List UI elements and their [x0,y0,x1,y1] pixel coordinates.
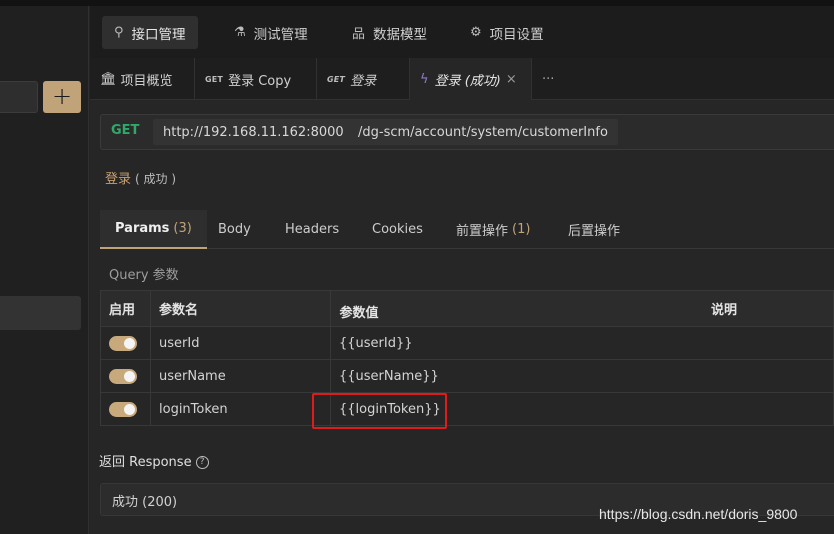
path-field[interactable]: /dg-scm/account/system/customerInfo [348,119,618,145]
param-value[interactable]: {{userName}} [330,359,834,393]
tab-body[interactable]: Body [218,210,251,249]
enable-toggle[interactable] [109,335,137,351]
tab-label: Params [115,221,170,236]
params-count: (3) [173,221,192,236]
nav-data-model[interactable]: 品 数据模型 [340,16,439,49]
col-name: 参数名 [150,290,331,327]
sidebar: + [0,6,89,534]
param-name[interactable]: loginToken [150,392,331,426]
tab-login-success[interactable]: ϟ 登录 (成功) × [410,58,532,100]
query-params-label: Query 参数 [109,268,179,283]
tab-bar: 🏛 项目概览 GET 登录 Copy GET 登录 ϟ 登录 (成功) × ··… [90,58,834,100]
bank-icon: 🏛 [100,71,117,87]
tab-label: 后置操作 [568,224,621,239]
param-name[interactable]: userName [150,359,331,393]
col-value-desc: 参数值 说明 [330,290,834,327]
api-status: ( 成功 ) [135,172,177,186]
table-row: userId {{userId}} [100,326,834,360]
tab-headers[interactable]: Headers [285,210,339,249]
enable-toggle[interactable] [109,401,137,417]
param-value[interactable]: {{userId}} [330,326,834,360]
nav-label: 接口管理 [131,26,186,43]
nav-project-settings[interactable]: ⚙ 项目设置 [458,16,556,49]
nav-label: 数据模型 [373,26,428,43]
api-title: 登录( 成功 ) [105,168,176,187]
tab-label: 前置操作 [456,224,509,239]
tab-label: Body [218,222,251,237]
help-icon[interactable]: ? [195,456,209,469]
row-toggle-cell [100,359,151,393]
tab-login[interactable]: GET 登录 [317,58,410,100]
tab-label: 登录 [350,73,377,89]
col-desc: 说明 [711,303,738,318]
table-row: userName {{userName}} [100,359,834,393]
tab-cookies[interactable]: Cookies [372,210,423,249]
tab-label: Cookies [372,222,423,237]
enable-toggle[interactable] [109,368,137,384]
tab-login-copy[interactable]: GET 登录 Copy [195,58,317,100]
model-tree-icon: 品 [352,27,366,42]
tab-params[interactable]: Params (3) [100,210,207,249]
tab-pre-actions[interactable]: 前置操作 (1) [456,210,530,249]
annotation-highlight-box [312,393,447,429]
bolt-icon: ϟ [420,71,429,87]
close-icon[interactable]: × [506,72,517,87]
col-value: 参数值 [339,305,379,321]
host-field[interactable]: http://192.168.11.162:8000 [153,119,354,145]
more-icon: ··· [542,71,555,87]
top-nav: ⚲ 接口管理 ⚗ 测试管理 品 数据模型 ⚙ 项目设置 [90,6,834,58]
api-name: 登录 [105,172,132,187]
tab-project-overview[interactable]: 🏛 项目概览 [90,58,195,100]
nav-test-management[interactable]: ⚗ 测试管理 [222,16,320,49]
col-enabled: 启用 [100,290,151,327]
response-label: 返回 Response? [99,451,209,470]
sidebar-selected-item[interactable] [0,296,81,330]
request-url-bar: GET http://192.168.11.162:8000 /dg-scm/a… [100,114,834,150]
gear-icon: ⚙ [470,25,482,40]
response-status: 成功 (200) [112,495,178,510]
method-select[interactable]: GET [111,123,139,138]
row-toggle-cell [100,392,151,426]
tab-post-actions[interactable]: 后置操作 [568,210,620,249]
nav-api-management[interactable]: ⚲ 接口管理 [102,16,198,49]
tab-label: 登录 Copy [228,73,292,89]
tab-method: GET [327,74,346,84]
row-toggle-cell [100,326,151,360]
table-header-row: 启用 参数名 参数值 说明 [100,290,834,327]
api-link-icon: ⚲ [114,25,124,40]
sidebar-search-input[interactable] [0,81,38,113]
watermark: https://blog.csdn.net/doris_9800 [599,506,798,522]
main-panel: ⚲ 接口管理 ⚗ 测试管理 品 数据模型 ⚙ 项目设置 🏛 项目概览 GET 登… [90,6,834,534]
tab-label: 登录 (成功) [434,73,501,89]
nav-label: 项目设置 [489,26,544,43]
pre-actions-count: (1) [512,222,531,237]
nav-label: 测试管理 [253,26,308,43]
tab-label: 项目概览 [120,73,173,89]
request-sub-tabs: Params (3) Body Headers Cookies 前置操作 (1) 后… [100,210,834,249]
flask-icon: ⚗ [234,25,246,40]
param-name[interactable]: userId [150,326,331,360]
tab-label: Headers [285,222,340,237]
params-table: 启用 参数名 参数值 说明 userId {{userId}} userName… [100,290,834,426]
tab-method: GET [205,74,224,84]
tabs-more-button[interactable]: ··· [532,58,572,100]
table-row: loginToken {{loginToken}} [100,392,834,426]
response-label-text: 返回 Response [99,455,192,470]
add-api-button[interactable]: + [43,81,81,113]
